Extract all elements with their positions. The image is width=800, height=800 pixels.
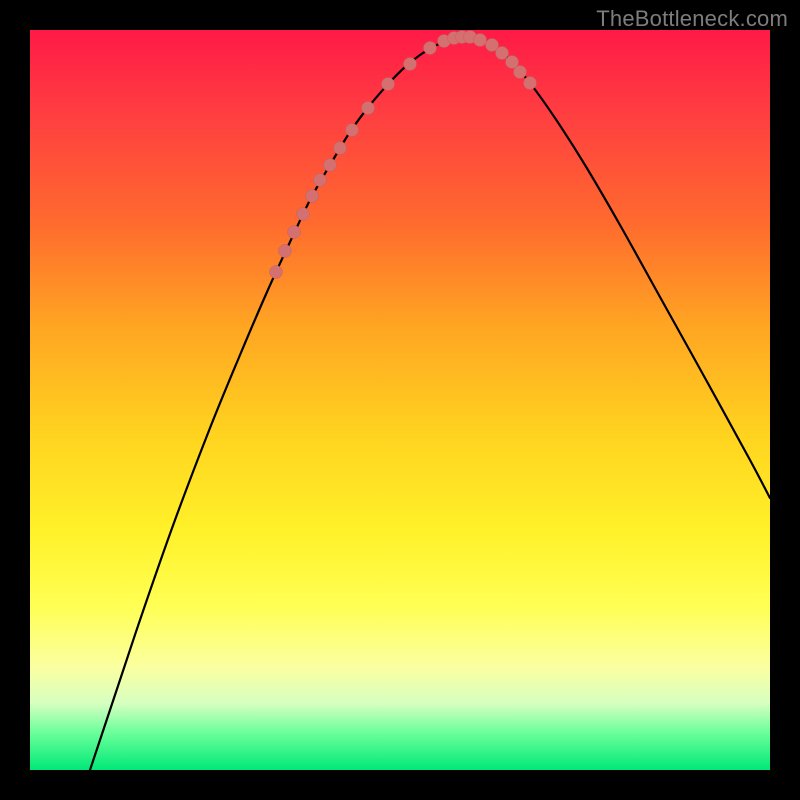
marker-point bbox=[514, 66, 527, 79]
marker-point bbox=[297, 208, 310, 221]
marker-point bbox=[424, 42, 437, 55]
marker-point bbox=[346, 124, 359, 137]
curve-svg bbox=[30, 30, 770, 770]
watermark-text: TheBottleneck.com bbox=[596, 6, 788, 32]
marker-point bbox=[288, 226, 301, 239]
marker-point bbox=[362, 102, 375, 115]
chart-frame: TheBottleneck.com bbox=[0, 0, 800, 800]
marker-point bbox=[474, 34, 487, 47]
marker-point bbox=[324, 159, 337, 172]
plot-area bbox=[30, 30, 770, 770]
marker-point bbox=[279, 245, 292, 258]
marker-point bbox=[524, 77, 537, 90]
marker-point bbox=[270, 266, 283, 279]
marker-point bbox=[334, 142, 347, 155]
marker-point bbox=[314, 174, 327, 187]
marker-point bbox=[382, 78, 395, 91]
bottleneck-curve bbox=[90, 37, 770, 770]
marker-point bbox=[496, 47, 509, 60]
marker-point bbox=[306, 190, 319, 203]
marker-point bbox=[404, 58, 417, 71]
